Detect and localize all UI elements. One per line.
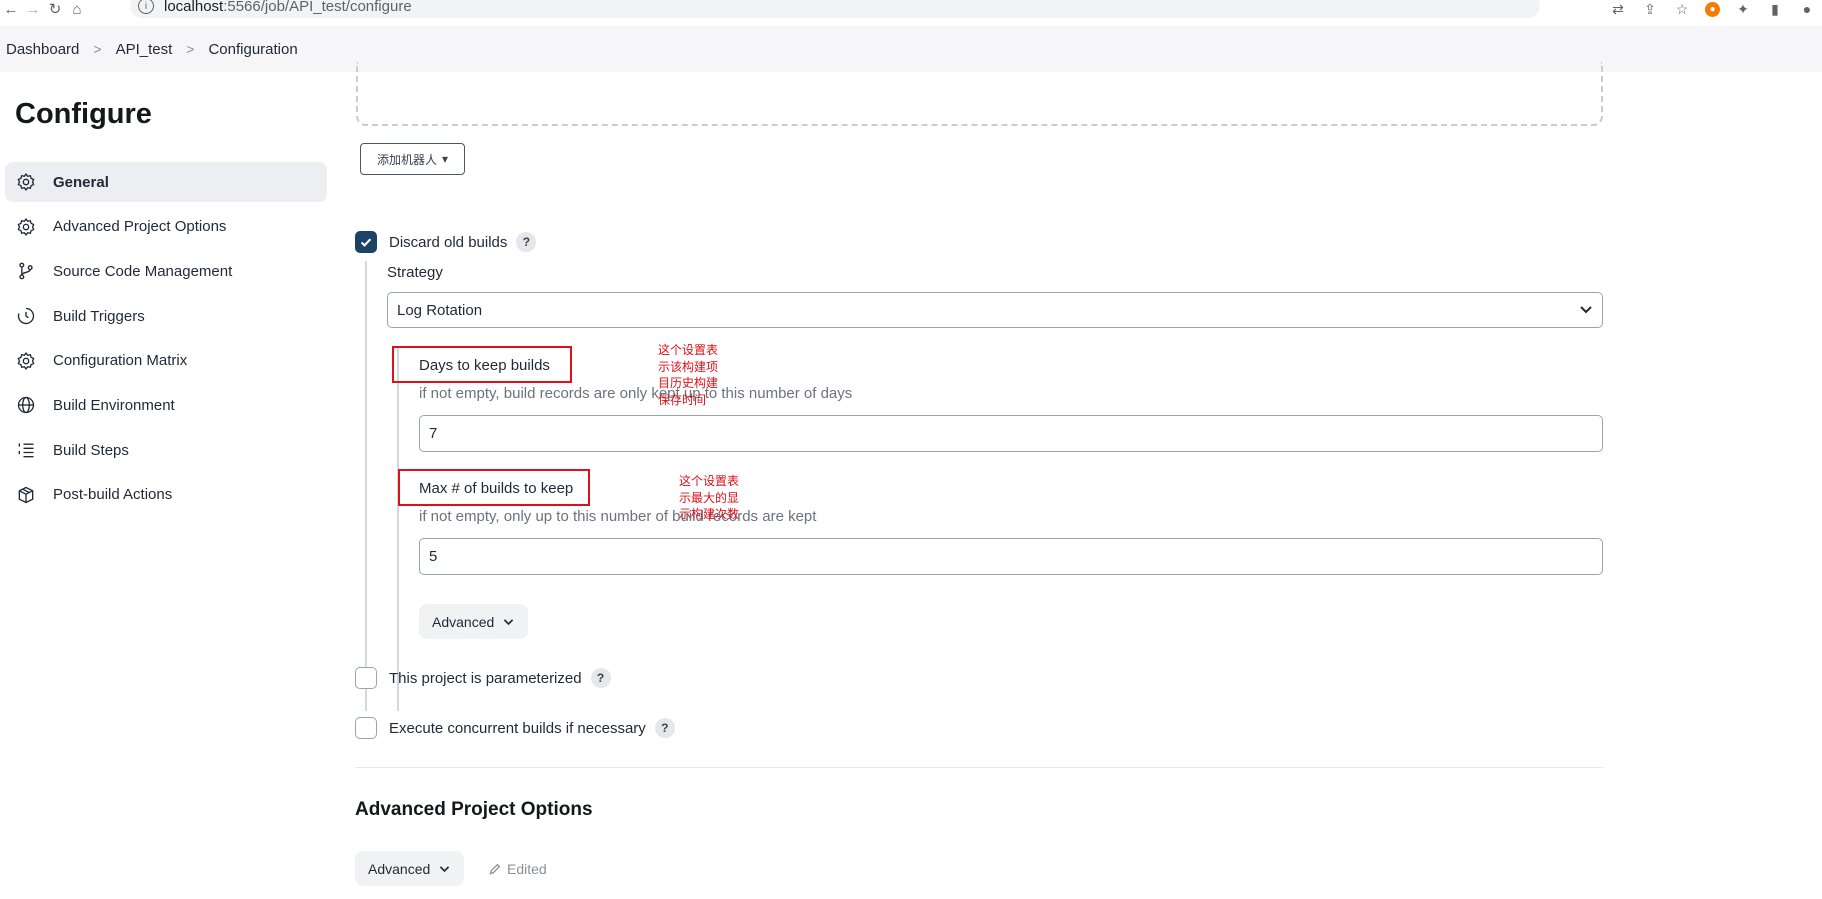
parameterized-label: This project is parameterized xyxy=(389,669,582,687)
extension-icon[interactable]: ● xyxy=(1705,1,1720,17)
main-content: 添加机器人 ▾ Discard old builds ? Strategy Lo… xyxy=(340,62,1822,899)
max-builds-help: if not empty, only up to this number of … xyxy=(419,508,817,525)
help-icon[interactable]: ? xyxy=(516,232,537,252)
parameterized-checkbox[interactable] xyxy=(355,667,377,689)
section-indent-line xyxy=(365,261,367,711)
site-info-icon[interactable]: i xyxy=(138,0,154,14)
highlight-box-days xyxy=(392,346,572,383)
url-host: localhost xyxy=(164,0,224,15)
annotation-days-note: 这个设置表示该构建项目历史构建保存时间 xyxy=(658,343,719,407)
section-advanced-button[interactable]: Advanced xyxy=(355,851,465,886)
puzzle-icon[interactable]: ✦ xyxy=(1734,1,1752,18)
sidebar-item-label: General xyxy=(53,173,109,191)
pencil-icon xyxy=(489,863,501,875)
sidebar-item-advanced-project-options[interactable]: Advanced Project Options xyxy=(5,207,327,247)
sidebar-item-general[interactable]: General xyxy=(5,162,327,202)
branch-icon xyxy=(15,260,37,282)
check-icon xyxy=(360,238,372,247)
strategy-value: Log Rotation xyxy=(397,301,483,319)
sidebar-item-source-code-management[interactable]: Source Code Management xyxy=(5,251,327,291)
discard-old-builds-row: Discard old builds ? xyxy=(355,231,537,253)
help-icon[interactable]: ? xyxy=(590,668,611,688)
chevron-down-icon xyxy=(504,619,514,626)
days-to-keep-input[interactable] xyxy=(419,415,1603,452)
concurrent-builds-row: Execute concurrent builds if necessary ? xyxy=(355,717,675,739)
strategy-indent-line xyxy=(397,347,399,711)
chevron-right-icon: > xyxy=(93,41,102,57)
forward-icon[interactable]: → xyxy=(22,0,44,18)
page-title: Configure xyxy=(15,98,152,130)
address-bar[interactable]: i localhost:5566/job/API_test/configure xyxy=(130,0,1540,18)
profile-icon[interactable]: ● xyxy=(1798,1,1816,17)
sidebar-item-label: Source Code Management xyxy=(53,262,233,280)
package-icon xyxy=(15,484,37,506)
back-icon[interactable]: ← xyxy=(0,0,22,18)
sidebar-item-build-environment[interactable]: Build Environment xyxy=(5,385,327,425)
sidebar-item-label: Advanced Project Options xyxy=(53,218,227,236)
browser-actions: ⇄ ⇪ ☆ ● ✦ ▮ ● xyxy=(1609,0,1822,18)
url-path: :5566/job/API_test/configure xyxy=(223,0,412,15)
help-icon[interactable]: ? xyxy=(654,718,675,738)
chevron-down-icon xyxy=(440,866,450,873)
chevron-down-icon xyxy=(1578,301,1594,317)
discard-old-builds-label: Discard old builds xyxy=(389,233,508,251)
sidebar-item-label: Build Environment xyxy=(53,396,175,414)
translate-icon[interactable]: ⇄ xyxy=(1609,1,1627,18)
strategy-select[interactable]: Log Rotation xyxy=(387,292,1603,328)
breadcrumb-job[interactable]: API_test xyxy=(116,41,173,58)
gear-icon xyxy=(15,171,37,193)
share-icon[interactable]: ⇪ xyxy=(1641,1,1659,18)
section-advanced-label: Advanced xyxy=(368,860,431,877)
sidebar-item-label: Build Triggers xyxy=(53,307,145,325)
robot-dropzone xyxy=(356,62,1603,126)
discard-old-builds-checkbox[interactable] xyxy=(355,231,377,253)
days-to-keep-help: if not empty, build records are only kep… xyxy=(419,385,853,402)
gear-icon xyxy=(15,350,37,372)
highlight-box-max xyxy=(398,469,590,506)
concurrent-builds-checkbox[interactable] xyxy=(355,717,377,739)
sidebar-item-build-steps[interactable]: Build Steps xyxy=(5,430,327,470)
sidebar-item-label: Build Steps xyxy=(53,441,129,459)
reload-icon[interactable]: ↻ xyxy=(44,0,66,18)
breadcrumb-dashboard[interactable]: Dashboard xyxy=(6,41,79,58)
caret-down-icon: ▾ xyxy=(442,152,449,166)
sidepanel-icon[interactable]: ▮ xyxy=(1766,1,1784,18)
advanced-label: Advanced xyxy=(432,613,495,630)
add-robot-button[interactable]: 添加机器人 ▾ xyxy=(360,143,466,175)
list-icon xyxy=(15,439,37,461)
advanced-button[interactable]: Advanced xyxy=(419,604,529,639)
globe-icon xyxy=(15,394,37,416)
home-icon[interactable]: ⌂ xyxy=(66,0,88,18)
advanced-project-options-heading: Advanced Project Options xyxy=(355,799,593,820)
chevron-right-icon: > xyxy=(186,41,195,57)
gear-icon xyxy=(15,216,37,238)
browser-toolbar: ← → ↻ ⌂ i localhost:5566/job/API_test/co… xyxy=(0,0,1822,18)
clock-icon xyxy=(15,305,37,327)
sidebar-nav: General Advanced Project Options Source … xyxy=(5,162,327,520)
sidebar-item-build-triggers[interactable]: Build Triggers xyxy=(5,296,327,336)
section-divider xyxy=(355,767,1603,768)
annotation-max-note: 这个设置表示最大的显示构建次数 xyxy=(679,474,740,521)
sidebar-item-configuration-matrix[interactable]: Configuration Matrix xyxy=(5,341,327,381)
sidebar-item-label: Configuration Matrix xyxy=(53,352,188,370)
sidebar-item-post-build-actions[interactable]: Post-build Actions xyxy=(5,475,327,515)
sidebar: Configure General Advanced Project Optio… xyxy=(0,72,340,899)
parameterized-row: This project is parameterized ? xyxy=(355,667,611,689)
max-builds-input[interactable] xyxy=(419,538,1603,575)
edited-indicator: Edited xyxy=(488,861,547,877)
strategy-label: Strategy xyxy=(387,264,443,281)
edited-label: Edited xyxy=(507,861,547,877)
concurrent-builds-label: Execute concurrent builds if necessary xyxy=(389,719,646,737)
add-robot-label: 添加机器人 xyxy=(377,152,438,167)
breadcrumb-configuration[interactable]: Configuration xyxy=(208,41,297,58)
sidebar-item-label: Post-build Actions xyxy=(53,486,173,504)
bookmark-star-icon[interactable]: ☆ xyxy=(1673,1,1691,18)
